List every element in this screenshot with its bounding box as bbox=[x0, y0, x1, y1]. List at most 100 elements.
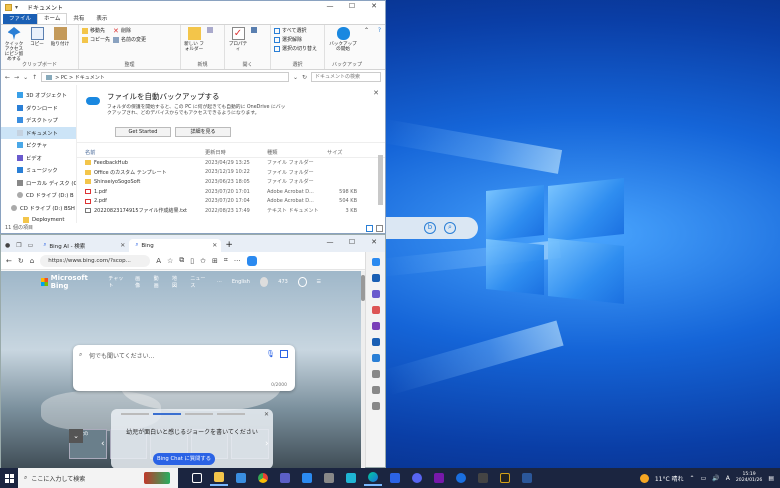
delete-button[interactable]: ✕ 削除 bbox=[113, 27, 146, 34]
microsoft-365-icon[interactable] bbox=[371, 338, 380, 346]
discord-taskbar-icon[interactable] bbox=[408, 470, 426, 486]
refresh-icon[interactable]: ↻ bbox=[18, 257, 24, 265]
file-row[interactable]: 2.pdf 2023/07/20 17:04 Adobe Acrobat D... 5… bbox=[77, 196, 385, 206]
add-sidebar-app-icon[interactable] bbox=[371, 370, 380, 378]
file-explorer-taskbar-icon[interactable] bbox=[210, 470, 228, 486]
ime-indicator[interactable]: A bbox=[726, 475, 730, 482]
mail-taskbar-icon[interactable] bbox=[232, 470, 250, 486]
workspaces-icon[interactable]: ❐ bbox=[16, 242, 21, 249]
outlook-icon[interactable] bbox=[371, 354, 380, 362]
hamburger-menu-icon[interactable]: ☰ bbox=[317, 279, 321, 285]
recent-dropdown-icon[interactable]: ⌄ bbox=[23, 74, 28, 81]
move-to-button[interactable]: 移動先 bbox=[82, 27, 110, 34]
ask-bing-chat-button[interactable]: Bing Chat に質問する bbox=[153, 453, 215, 465]
tray-overflow-icon[interactable]: ⌃ bbox=[690, 475, 695, 482]
tab-bing[interactable]: ⌕ Bing ✕ bbox=[129, 239, 222, 252]
nav-item-local-disk[interactable]: ローカル ディスク (C bbox=[1, 177, 76, 190]
select-all-button[interactable]: すべて選択 bbox=[274, 27, 317, 34]
onenote-taskbar-icon[interactable] bbox=[430, 470, 448, 486]
chat-taskbar-icon[interactable] bbox=[276, 470, 294, 486]
nav-item-cd-drive-expanded[interactable]: CD ドライブ (D:) BSH bbox=[1, 202, 76, 215]
nav-maps[interactable]: 地図 bbox=[172, 275, 180, 289]
up-icon[interactable]: ↑ bbox=[32, 74, 37, 81]
details-button[interactable]: 詳細を見る bbox=[175, 127, 231, 137]
nav-item-desktop[interactable]: デスクトップ bbox=[1, 114, 76, 127]
edge-taskbar-icon[interactable] bbox=[364, 470, 382, 486]
file-row[interactable]: Office のカスタム テンプレート 2023/12/19 10:22 ファイル … bbox=[77, 168, 385, 178]
back-icon[interactable]: ← bbox=[6, 257, 12, 265]
start-button[interactable] bbox=[0, 468, 18, 488]
get-started-button[interactable]: Get Started bbox=[115, 127, 171, 137]
more-menu-icon[interactable]: ··· bbox=[234, 257, 241, 265]
copy-to-button[interactable]: コピー先 bbox=[82, 36, 110, 43]
minimize-button[interactable]: — bbox=[319, 237, 341, 249]
nav-item-music[interactable]: ミュージック bbox=[1, 164, 76, 177]
collections-icon[interactable]: ⊞ bbox=[212, 257, 218, 265]
split-screen-icon[interactable]: ▯ bbox=[190, 257, 194, 265]
help-icon[interactable]: ? bbox=[378, 27, 381, 34]
favorite-icon[interactable]: ☆ bbox=[167, 257, 173, 265]
new-tab-button[interactable]: + bbox=[225, 239, 233, 252]
nav-item-3d-objects[interactable]: 3D オブジェクト bbox=[1, 89, 76, 102]
tab-actions-icon[interactable]: ▭ bbox=[28, 242, 34, 249]
close-tab-icon[interactable]: ✕ bbox=[120, 242, 125, 249]
nav-item-documents[interactable]: ドキュメント bbox=[1, 126, 76, 139]
maximize-button[interactable]: ☐ bbox=[341, 237, 363, 249]
invert-selection-button[interactable]: 選択の切り替え bbox=[274, 45, 317, 52]
close-button[interactable]: ✕ bbox=[363, 1, 385, 13]
tab-home[interactable]: ホーム bbox=[37, 13, 68, 24]
close-icon[interactable]: ✕ bbox=[264, 411, 269, 418]
new-item-button[interactable] bbox=[207, 27, 213, 33]
favorites-bar-icon[interactable]: ✩ bbox=[200, 257, 206, 265]
nav-item-videos[interactable]: ビデオ bbox=[1, 152, 76, 165]
large-icons-view-icon[interactable] bbox=[376, 225, 383, 232]
nav-item-pictures[interactable]: ピクチャ bbox=[1, 139, 76, 152]
screenshot-icon[interactable]: ⌗ bbox=[224, 256, 228, 265]
copilot-taskbar-icon[interactable] bbox=[452, 470, 470, 486]
tab-view[interactable]: 表示 bbox=[90, 14, 113, 24]
column-type[interactable]: 種類 bbox=[267, 149, 327, 156]
terminal-taskbar-icon[interactable] bbox=[496, 470, 514, 486]
tab-bing-ai[interactable]: ⌕ Bing AI - 検索 ✕ bbox=[37, 239, 129, 252]
tab-file[interactable]: ファイル bbox=[3, 14, 38, 24]
address-dropdown-icon[interactable]: ⌄ bbox=[293, 74, 298, 81]
bing-chat-input[interactable]: ⌕ 何でも聞いてください... 🎙 0/2000 bbox=[73, 345, 295, 391]
file-row[interactable]: FeedbackHub 2023/04/29 13:25 ファイル フォルダー bbox=[77, 158, 385, 168]
minimize-button[interactable]: — bbox=[319, 1, 341, 13]
column-size[interactable]: サイズ bbox=[327, 149, 357, 156]
close-icon[interactable]: ✕ bbox=[373, 89, 379, 97]
collapse-ribbon-icon[interactable]: ⌃ bbox=[364, 27, 369, 34]
tab-share[interactable]: 共有 bbox=[67, 14, 90, 24]
url-bar[interactable]: https://www.bing.com/?scop... bbox=[40, 254, 151, 267]
back-icon[interactable]: ← bbox=[5, 74, 10, 81]
language-link[interactable]: English bbox=[232, 279, 250, 285]
read-aloud-icon[interactable]: A bbox=[156, 257, 161, 265]
collapse-feed-icon[interactable]: ⌄ bbox=[69, 429, 83, 443]
open-button[interactable] bbox=[251, 27, 257, 33]
file-row[interactable]: ShinseiyoSogoSoft 2023/06/23 18:05 ファイル フォ… bbox=[77, 177, 385, 187]
maximize-button[interactable]: ☐ bbox=[341, 1, 363, 13]
profile-icon[interactable]: ● bbox=[5, 242, 10, 249]
bing-chat-icon[interactable]: b bbox=[424, 222, 436, 234]
volume-icon[interactable]: 🔊 bbox=[712, 475, 719, 482]
calculator-taskbar-icon[interactable] bbox=[474, 470, 492, 486]
nav-news[interactable]: ニュース bbox=[190, 275, 207, 289]
sidebar-settings-icon[interactable] bbox=[371, 402, 380, 410]
nav-more[interactable]: ··· bbox=[217, 279, 222, 285]
nav-item-downloads[interactable]: ダウンロード bbox=[1, 102, 76, 115]
photos-taskbar-icon[interactable] bbox=[298, 470, 316, 486]
games-icon[interactable] bbox=[371, 322, 380, 330]
scrollbar[interactable] bbox=[378, 155, 383, 205]
search-box[interactable]: ドキュメントの検索 bbox=[311, 72, 381, 82]
nav-item-cd-drive[interactable]: CD ドライブ (D:) B bbox=[1, 189, 76, 202]
qat-arrow-icon[interactable]: ▾ bbox=[15, 4, 18, 11]
nav-images[interactable]: 画像 bbox=[135, 275, 143, 289]
sidebar-layout-icon[interactable] bbox=[371, 386, 380, 394]
close-tab-icon[interactable]: ✕ bbox=[212, 242, 217, 249]
column-date[interactable]: 更新日時 bbox=[205, 149, 267, 156]
file-row[interactable]: 20220823174915ファイル作成結果.txt 2022/08/23 17:… bbox=[77, 206, 385, 216]
bing-chat-sidebar-icon[interactable] bbox=[371, 258, 380, 266]
home-icon[interactable]: ⌂ bbox=[30, 257, 34, 265]
visual-search-icon[interactable] bbox=[280, 350, 288, 358]
chrome-taskbar-icon[interactable] bbox=[254, 470, 272, 486]
